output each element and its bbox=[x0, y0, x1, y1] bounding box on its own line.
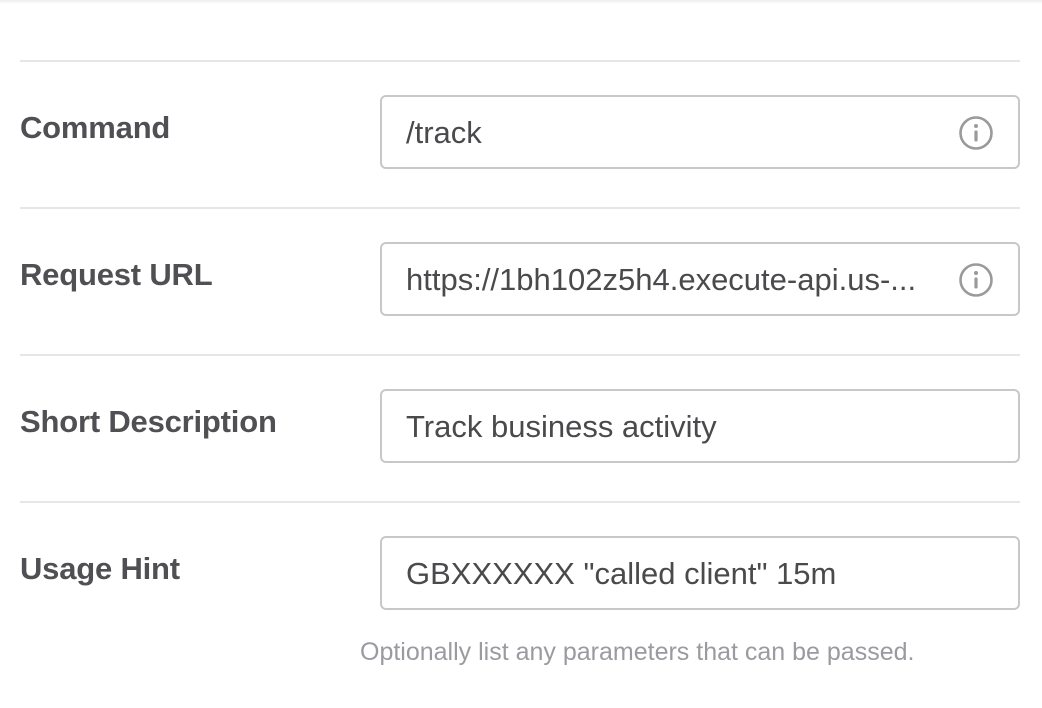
info-icon[interactable] bbox=[958, 115, 994, 151]
top-shadow bbox=[0, 0, 1042, 4]
request-url-label: Request URL bbox=[20, 257, 213, 292]
short-description-input-value: Track business activity bbox=[406, 409, 717, 444]
request-url-input[interactable]: https://1bh102z5h4.execute-api.us-... bbox=[380, 242, 1020, 316]
slash-command-form: Command /track Request URL https://1bh10… bbox=[20, 60, 1020, 647]
usage-hint-label: Usage Hint bbox=[20, 551, 180, 586]
usage-hint-input-value: GBXXXXXX "called client" 15m bbox=[406, 556, 837, 591]
short-description-input[interactable]: Track business activity bbox=[380, 389, 1020, 463]
usage-hint-row: Usage Hint GBXXXXXX "called client" 15m bbox=[20, 501, 1020, 647]
request-url-row: Request URL https://1bh102z5h4.execute-a… bbox=[20, 207, 1020, 354]
usage-hint-input[interactable]: GBXXXXXX "called client" 15m bbox=[380, 536, 1020, 610]
info-icon[interactable] bbox=[958, 262, 994, 298]
command-input[interactable]: /track bbox=[380, 95, 1020, 169]
short-description-label: Short Description bbox=[20, 404, 277, 439]
command-label: Command bbox=[20, 110, 171, 145]
short-description-row: Short Description Track business activit… bbox=[20, 354, 1020, 501]
command-row: Command /track bbox=[20, 60, 1020, 207]
command-input-value: /track bbox=[406, 115, 482, 150]
request-url-input-value: https://1bh102z5h4.execute-api.us-... bbox=[406, 262, 917, 297]
usage-hint-help-text: Optionally list any parameters that can … bbox=[360, 638, 915, 666]
